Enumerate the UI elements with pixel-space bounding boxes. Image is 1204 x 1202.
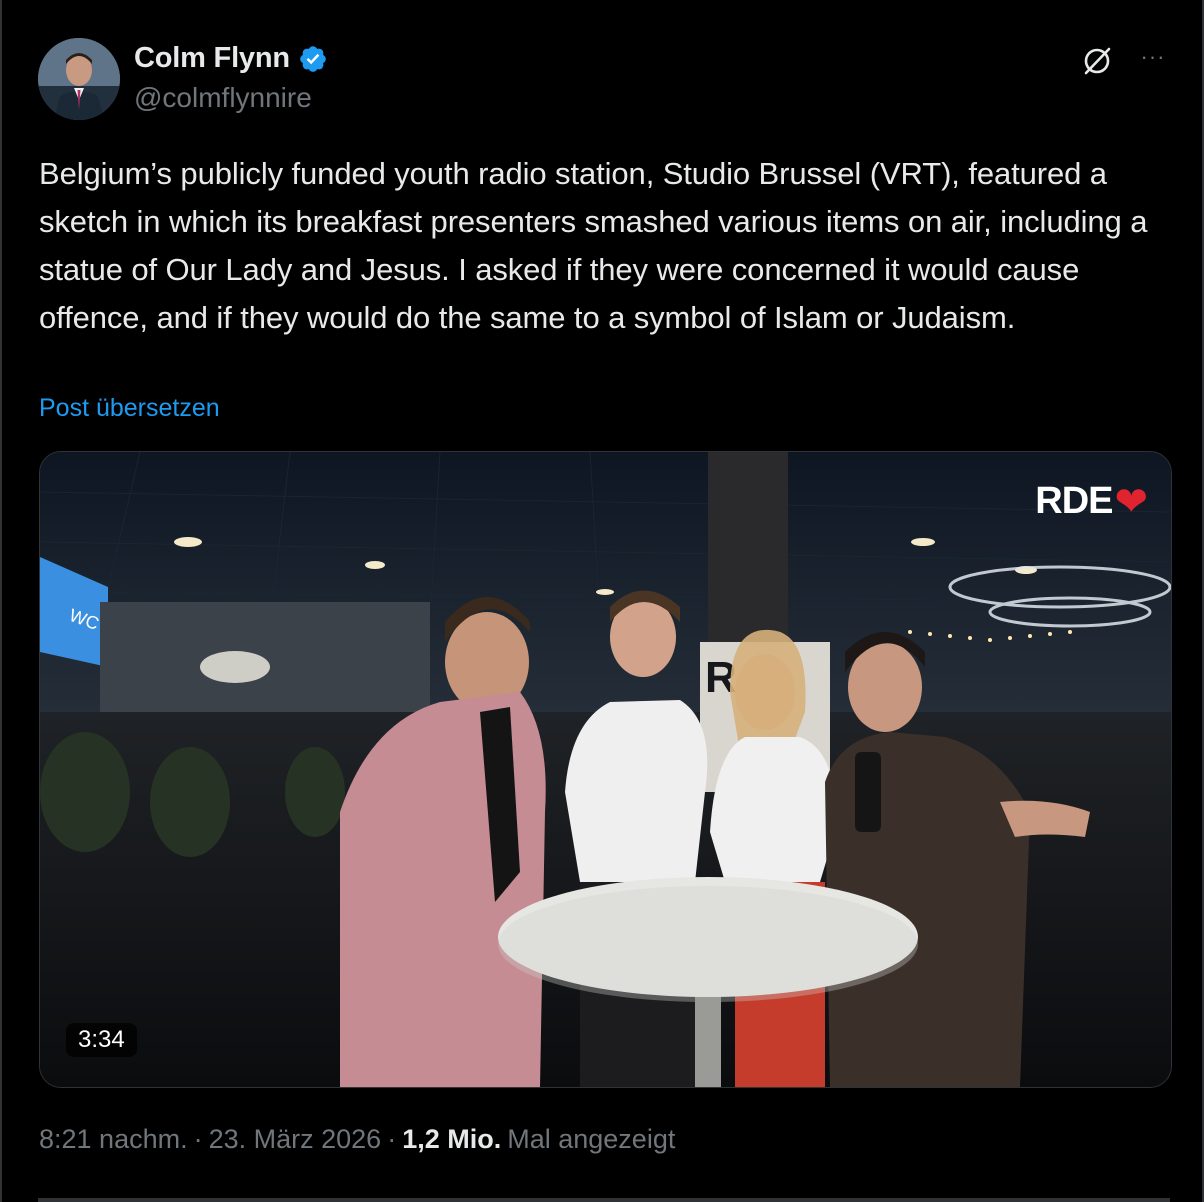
video-player[interactable]: WC R RDE ❤ 3:34 <box>39 451 1172 1088</box>
author-name[interactable]: Colm Flynn <box>134 42 328 75</box>
author-handle[interactable]: @colmflynnire <box>134 82 312 114</box>
grok-icon[interactable] <box>1080 44 1114 78</box>
frame-left-border <box>0 0 2 1202</box>
post-date[interactable]: 23. März 2026 <box>209 1124 382 1155</box>
heart-icon: ❤ <box>1114 479 1148 524</box>
divider <box>38 1198 1170 1202</box>
meta-separator: · <box>193 1124 203 1154</box>
tweet-text: Belgium’s publicly funded youth radio st… <box>39 156 1148 335</box>
verified-badge-icon <box>300 45 326 72</box>
rde-logo-text: RDE <box>1035 480 1113 522</box>
more-icon[interactable]: ··· <box>1136 40 1170 74</box>
video-duration-badge: 3:34 <box>66 1023 137 1057</box>
video-thumbnail: WC R <box>40 452 1171 1087</box>
avatar-image <box>38 38 120 120</box>
view-count[interactable]: 1,2 Mio. <box>402 1124 501 1155</box>
rde-logo: RDE ❤ <box>1035 479 1148 524</box>
avatar[interactable] <box>38 38 120 120</box>
view-count-label: Mal angezeigt <box>507 1124 676 1154</box>
post-meta: 8:21 nachm. · 23. März 2026 · 1,2 Mio. M… <box>39 1124 675 1155</box>
post-time[interactable]: 8:21 nachm. <box>39 1124 188 1155</box>
meta-separator: · <box>387 1124 397 1154</box>
author-name-text: Colm Flynn <box>134 42 290 74</box>
translate-post-link[interactable]: Post übersetzen <box>39 394 220 423</box>
